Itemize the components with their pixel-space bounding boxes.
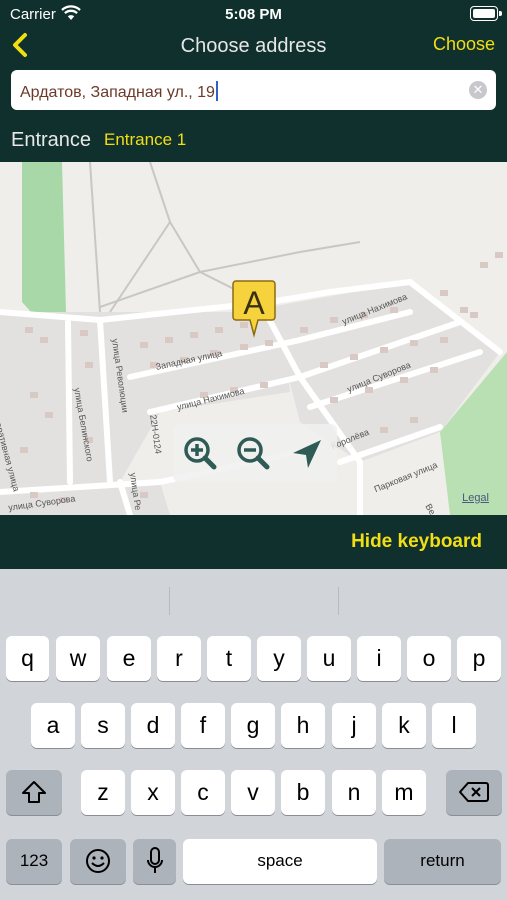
key-w[interactable]: w <box>56 636 100 681</box>
key-q[interactable]: q <box>6 636 49 681</box>
map-view[interactable]: Западная улица улица Нахимова улица Нахи… <box>0 162 507 515</box>
key-x[interactable]: x <box>131 770 175 815</box>
emoji-key[interactable] <box>70 839 126 884</box>
address-input[interactable]: Ардатов, Западная ул., 19 ✕ <box>11 70 496 110</box>
entrance-label: Entrance <box>11 129 92 151</box>
key-o[interactable]: o <box>407 636 451 681</box>
key-i[interactable]: i <box>357 636 401 681</box>
address-pin-icon[interactable]: A <box>232 279 276 339</box>
shift-key[interactable] <box>6 770 62 815</box>
key-z[interactable]: z <box>81 770 125 815</box>
status-bar: Carrier 5:08 PM <box>0 0 507 28</box>
key-f[interactable]: f <box>181 703 225 748</box>
emoji-icon <box>86 849 110 873</box>
location-arrow-icon[interactable] <box>291 438 323 470</box>
suggestion-divider <box>169 587 170 615</box>
key-p[interactable]: p <box>457 636 501 681</box>
backspace-icon <box>459 782 489 802</box>
keyboard: q w e r t y u i o p a s d f g h j k l z … <box>0 569 507 900</box>
zoom-out-icon[interactable] <box>236 436 270 470</box>
map-controls <box>173 424 337 482</box>
zoom-in-icon[interactable] <box>183 436 217 470</box>
shift-arrow-icon <box>22 781 46 803</box>
dictation-key[interactable] <box>133 839 176 884</box>
entrance-value-button[interactable]: Entrance 1 <box>104 130 186 150</box>
key-v[interactable]: v <box>231 770 275 815</box>
suggestion-divider <box>338 587 339 615</box>
page-title: Choose address <box>180 35 327 57</box>
delete-key[interactable] <box>446 770 502 815</box>
legal-link[interactable]: Legal <box>462 492 489 504</box>
key-c[interactable]: c <box>181 770 225 815</box>
battery-icon <box>470 6 502 21</box>
key-a[interactable]: a <box>31 703 75 748</box>
return-key[interactable]: return <box>384 839 501 884</box>
key-t[interactable]: t <box>207 636 251 681</box>
hide-keyboard-button[interactable]: Hide keyboard <box>351 531 482 553</box>
address-value: Ардатов, Западная ул., 19 <box>20 84 215 101</box>
text-cursor <box>215 81 218 101</box>
key-u[interactable]: u <box>307 636 351 681</box>
marker-letter: A <box>243 285 265 321</box>
key-r[interactable]: r <box>157 636 201 681</box>
key-j[interactable]: j <box>332 703 376 748</box>
key-d[interactable]: d <box>131 703 175 748</box>
key-y[interactable]: y <box>257 636 301 681</box>
key-b[interactable]: b <box>281 770 325 815</box>
key-m[interactable]: m <box>382 770 426 815</box>
key-n[interactable]: n <box>332 770 376 815</box>
key-s[interactable]: s <box>81 703 125 748</box>
key-g[interactable]: g <box>231 703 275 748</box>
clear-icon[interactable]: ✕ <box>469 81 487 99</box>
key-l[interactable]: l <box>432 703 476 748</box>
clock: 5:08 PM <box>225 6 282 23</box>
key-e[interactable]: e <box>107 636 151 681</box>
choose-button[interactable]: Choose <box>433 34 495 55</box>
key-k[interactable]: k <box>382 703 426 748</box>
numbers-key[interactable]: 123 <box>6 839 62 884</box>
space-key[interactable]: space <box>183 839 377 884</box>
key-h[interactable]: h <box>281 703 325 748</box>
hide-keyboard-bar: Hide keyboard <box>0 515 507 569</box>
microphone-icon <box>146 847 163 873</box>
